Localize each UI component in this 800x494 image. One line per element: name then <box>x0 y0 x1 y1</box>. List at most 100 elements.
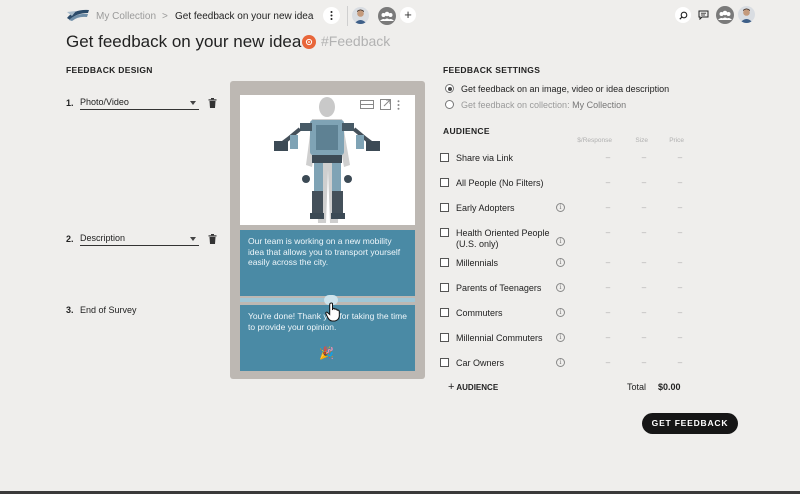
response-value: – <box>605 308 611 317</box>
audience-label-text: All People (No Filters) <box>456 178 544 188</box>
size-value: – <box>641 203 647 212</box>
info-icon[interactable]: i <box>556 358 565 367</box>
response-value: – <box>605 358 611 367</box>
expand-icon[interactable] <box>380 99 391 110</box>
team-button[interactable] <box>716 6 734 24</box>
more-options-button[interactable] <box>323 7 340 24</box>
description-card[interactable]: Our team is working on a new mobility id… <box>240 230 415 296</box>
audience-checkbox[interactable] <box>440 203 449 212</box>
feedback-tag-icon <box>302 35 316 49</box>
step-number: 1. <box>66 98 74 108</box>
response-value: – <box>605 333 611 342</box>
feedback-design-heading: FEEDBACK DESIGN <box>66 65 153 75</box>
audience-checkbox[interactable] <box>440 358 449 367</box>
search-button[interactable] <box>675 7 691 23</box>
option-collection-label: Get feedback on collection: My Collectio… <box>461 100 626 110</box>
feedback-tag[interactable]: #Feedback <box>321 33 390 49</box>
audience-heading: AUDIENCE <box>443 126 490 136</box>
size-value: – <box>641 178 647 187</box>
price-value: – <box>677 228 683 237</box>
step-3-label: End of Survey <box>80 305 137 315</box>
audience-label-text: Parents of Teenagers <box>456 283 542 293</box>
breadcrumb-current: Get feedback on your new idea <box>175 11 314 22</box>
group-members-button[interactable] <box>378 7 396 25</box>
toolbar-divider <box>347 6 348 26</box>
info-icon[interactable]: i <box>556 237 565 246</box>
size-value: – <box>641 153 647 162</box>
page-title: Get feedback on your new idea <box>66 32 302 51</box>
step-1-type-value: Photo/Video <box>80 97 129 107</box>
search-icon <box>678 11 687 20</box>
step-number: 3. <box>66 305 74 315</box>
response-value: – <box>605 203 611 212</box>
audience-label-text: Health Oriented People <box>456 228 550 238</box>
step-1-type-select[interactable]: Photo/Video <box>80 97 199 110</box>
chevron-down-icon <box>190 237 196 241</box>
price-value: – <box>677 178 683 187</box>
size-value: – <box>641 308 647 317</box>
radio-image-video-idea[interactable] <box>445 84 454 93</box>
app-logo[interactable] <box>66 8 90 22</box>
response-value: – <box>605 283 611 292</box>
total-label: Total <box>627 382 647 392</box>
plus-icon: + <box>448 381 455 393</box>
size-value: – <box>641 283 647 292</box>
layout-icon[interactable] <box>360 100 374 109</box>
col-size: Size <box>635 137 648 144</box>
add-audience-button[interactable]: + AUDIENCE <box>448 381 498 393</box>
total-value: $0.00 <box>658 382 681 392</box>
comments-button[interactable] <box>695 7 711 23</box>
step-2-type-value: Description <box>80 233 126 243</box>
info-icon[interactable]: i <box>556 258 565 267</box>
price-value: – <box>677 283 683 292</box>
exoskeleton-image[interactable] <box>240 95 415 225</box>
breadcrumb-separator: > <box>162 11 168 22</box>
response-value: – <box>605 178 611 187</box>
response-value: – <box>605 228 611 237</box>
size-value: – <box>641 258 647 267</box>
chevron-down-icon <box>190 101 196 105</box>
audience-checkbox[interactable] <box>440 308 449 317</box>
feedback-settings-heading: FEEDBACK SETTINGS <box>443 65 541 75</box>
audience-checkbox[interactable] <box>440 283 449 292</box>
info-icon[interactable]: i <box>556 333 565 342</box>
kebab-icon <box>330 11 333 20</box>
add-member-button[interactable]: + <box>400 7 416 23</box>
audience-label-text: Share via Link <box>456 153 514 163</box>
price-value: – <box>677 358 683 367</box>
size-value: – <box>641 228 647 237</box>
avatar[interactable] <box>352 7 369 24</box>
audience-label: Health Oriented People (U.S. only) <box>456 228 566 250</box>
audience-checkbox[interactable] <box>440 228 449 237</box>
info-icon[interactable]: i <box>556 283 565 292</box>
audience-checkbox[interactable] <box>440 258 449 267</box>
audience-checkbox[interactable] <box>440 153 449 162</box>
price-value: – <box>677 153 683 162</box>
step-2-type-select[interactable]: Description <box>80 233 199 246</box>
audience-label: Parents of Teenagers <box>456 283 566 294</box>
info-icon[interactable]: i <box>556 203 565 212</box>
kebab-icon[interactable] <box>397 99 400 110</box>
trash-icon[interactable] <box>208 234 217 244</box>
trash-icon[interactable] <box>208 98 217 108</box>
audience-label: Early Adopters <box>456 203 566 214</box>
audience-checkbox[interactable] <box>440 333 449 342</box>
radio-collection[interactable] <box>445 100 454 109</box>
user-avatar[interactable] <box>738 6 755 23</box>
price-value: – <box>677 258 683 267</box>
group-icon <box>718 10 732 20</box>
audience-checkbox[interactable] <box>440 178 449 187</box>
breadcrumb-parent[interactable]: My Collection <box>96 11 156 22</box>
hand-cursor-icon <box>325 302 340 322</box>
price-value: – <box>677 308 683 317</box>
group-icon <box>380 11 394 21</box>
plus-icon: + <box>404 7 412 22</box>
audience-label-text: Millennial Commuters <box>456 333 543 343</box>
info-icon[interactable]: i <box>556 308 565 317</box>
price-value: – <box>677 333 683 342</box>
get-feedback-button[interactable]: GET FEEDBACK <box>642 413 738 434</box>
audience-label: Millennials <box>456 258 566 269</box>
response-value: – <box>605 153 611 162</box>
step-number: 2. <box>66 234 74 244</box>
party-popper-icon: 🎉 <box>319 346 334 360</box>
